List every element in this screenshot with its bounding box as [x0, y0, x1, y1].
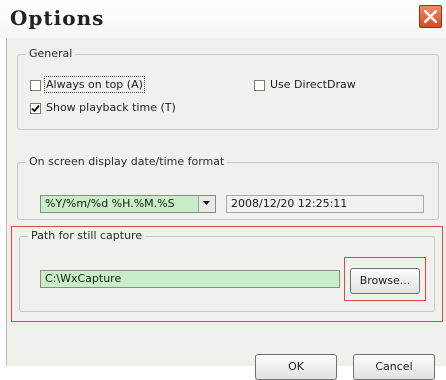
close-icon — [424, 10, 437, 23]
check-icon — [31, 104, 40, 113]
browse-button[interactable]: Browse... — [350, 268, 420, 294]
ok-button[interactable]: OK — [255, 354, 337, 380]
osd-format-group: On screen display date/time format %Y/%m… — [17, 155, 439, 220]
title-bar: Options — [0, 0, 446, 38]
always-on-top-checkbox[interactable] — [30, 80, 41, 91]
show-playback-time-label[interactable]: Show playback time (T) — [46, 101, 176, 114]
general-group: General Always on top (A) Use DirectDraw… — [17, 47, 439, 130]
osd-format-select[interactable]: %Y/%m/%d %H.%M.%S — [40, 195, 216, 213]
use-directdraw-checkbox[interactable] — [254, 80, 265, 91]
cancel-button[interactable]: Cancel — [353, 354, 435, 380]
use-directdraw-label[interactable]: Use DirectDraw — [270, 78, 356, 91]
osd-format-dropdown-button[interactable] — [198, 196, 215, 212]
osd-format-legend: On screen display date/time format — [26, 155, 228, 168]
always-on-top-label[interactable]: Always on top (A) — [44, 76, 145, 93]
window-title: Options — [10, 6, 105, 30]
close-button[interactable] — [419, 5, 442, 28]
capture-path-value: C:\WxCapture — [45, 272, 122, 285]
capture-path-group: Path for still capture C:\WxCapture Brow… — [19, 229, 435, 312]
osd-format-value: %Y/%m/%d %H.%M.%S — [45, 197, 175, 210]
options-dialog: General Always on top (A) Use DirectDraw… — [6, 38, 446, 380]
capture-path-input[interactable]: C:\WxCapture — [40, 270, 340, 288]
show-playback-time-checkbox[interactable] — [30, 103, 41, 114]
osd-preview-value: 2008/12/20 12:25:11 — [231, 197, 348, 210]
osd-preview-field: 2008/12/20 12:25:11 — [226, 195, 424, 213]
chevron-down-icon — [203, 201, 210, 205]
capture-path-legend: Path for still capture — [28, 229, 146, 242]
general-legend: General — [26, 47, 76, 60]
